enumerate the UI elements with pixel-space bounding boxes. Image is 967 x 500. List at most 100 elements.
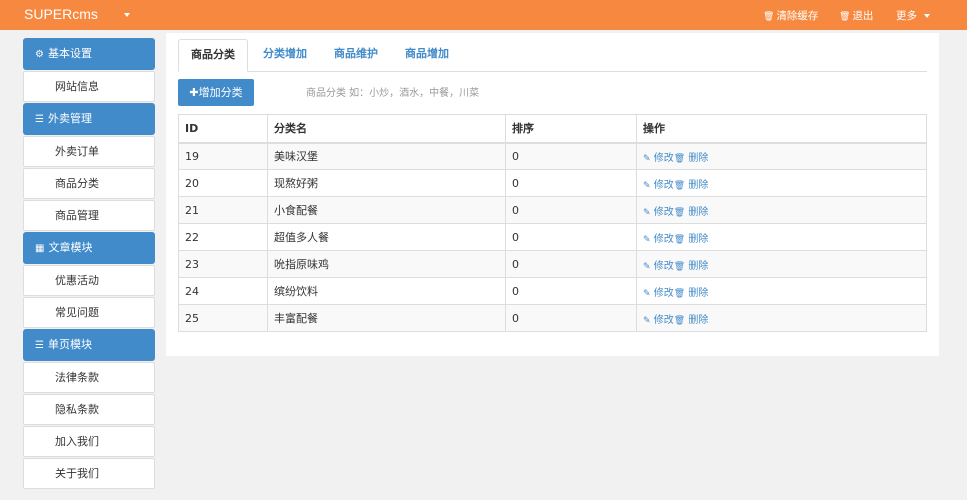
edit-label: 修改	[653, 179, 674, 191]
category-table: ID 分类名 排序 操作 19 美味汉堡 0 ✎ 修改🗑 删除 20 现熬好粥 …	[178, 114, 927, 332]
sidebar-section-title: 单页模块	[47, 338, 92, 351]
sidebar-item-about-us[interactable]: 关于我们	[23, 458, 155, 489]
sidebar-item-categories[interactable]: 商品分类	[23, 168, 155, 199]
edit-link[interactable]: ✎ 修改	[643, 153, 674, 164]
delete-label: 删除	[688, 287, 709, 299]
delete-link[interactable]: 🗑 删除	[674, 261, 709, 272]
clear-cache-label: 清除缓存	[776, 10, 819, 22]
delete-label: 删除	[688, 206, 709, 218]
tab-category-list[interactable]: 商品分类	[178, 39, 248, 72]
category-hint: 商品分类 如：小炒，酒水，中餐，川菜	[306, 88, 480, 99]
cell-sort: 0	[505, 250, 637, 278]
column-header-sort: 排序	[505, 114, 637, 144]
cell-actions: ✎ 修改🗑 删除	[636, 250, 927, 278]
trash-icon: 🗑	[673, 153, 686, 164]
delete-link[interactable]: 🗑 删除	[674, 288, 709, 299]
cell-name: 超值多人餐	[267, 223, 506, 251]
sidebar-item-products[interactable]: 商品管理	[23, 200, 155, 231]
cell-id: 21	[178, 196, 268, 224]
sidebar-section-title: 文章模块	[48, 241, 93, 254]
chevron-down-icon[interactable]	[124, 13, 130, 17]
delete-label: 删除	[688, 314, 709, 326]
more-label: 更多	[896, 10, 917, 22]
trash-icon: 🗑	[673, 207, 686, 218]
trash-icon: 🗑	[673, 261, 686, 272]
add-category-button[interactable]: ✚增加分类	[178, 79, 254, 106]
cell-actions: ✎ 修改🗑 删除	[636, 277, 927, 305]
edit-link[interactable]: ✎ 修改	[643, 315, 674, 326]
sidebar-item-legal[interactable]: 法律条款	[23, 362, 155, 393]
cell-id: 22	[178, 223, 268, 251]
delete-link[interactable]: 🗑 删除	[674, 234, 709, 245]
sidebar-section-basic-settings[interactable]: ⚙ 基本设置	[23, 38, 155, 70]
table-row: 20 现熬好粥 0 ✎ 修改🗑 删除	[178, 169, 927, 197]
cell-name: 缤纷饮料	[267, 277, 506, 305]
tab-add-category[interactable]: 分类增加	[250, 39, 320, 71]
table-row: 25 丰富配餐 0 ✎ 修改🗑 删除	[178, 304, 927, 332]
cell-id: 20	[178, 169, 268, 197]
delete-link[interactable]: 🗑 删除	[674, 180, 709, 191]
sidebar: ⚙ 基本设置 网站信息 ☰ 外卖管理 外卖订单 商品分类 商品管理 ▦ 文章模块 优惠…	[23, 38, 155, 489]
cell-id: 25	[178, 304, 268, 332]
sidebar-item-promotions[interactable]: 优惠活动	[23, 265, 155, 296]
gear-icon: ⚙	[35, 49, 44, 60]
edit-label: 修改	[653, 206, 674, 218]
clear-cache-link[interactable]: 🗑 清除缓存	[763, 8, 818, 23]
logout-label: 退出	[852, 10, 874, 22]
delete-link[interactable]: 🗑 删除	[674, 153, 709, 164]
cell-sort: 0	[505, 277, 637, 305]
logout-link[interactable]: 🗑 退出	[839, 8, 873, 23]
cell-sort: 0	[505, 169, 637, 197]
cell-actions: ✎ 修改🗑 删除	[636, 142, 927, 170]
calendar-icon: ▦	[35, 243, 45, 254]
cell-sort: 0	[505, 196, 637, 224]
edit-icon: ✎	[643, 153, 651, 164]
cell-name: 吮指原味鸡	[267, 250, 506, 278]
cell-id: 24	[178, 277, 268, 305]
sidebar-item-join-us[interactable]: 加入我们	[23, 426, 155, 457]
edit-label: 修改	[653, 260, 674, 272]
trash-icon: 🗑	[673, 315, 686, 326]
trash-icon: 🗑	[763, 12, 775, 22]
edit-link[interactable]: ✎ 修改	[643, 180, 674, 191]
sidebar-item-orders[interactable]: 外卖订单	[23, 136, 155, 167]
edit-icon: ✎	[643, 207, 651, 218]
edit-link[interactable]: ✎ 修改	[643, 261, 674, 272]
more-dropdown[interactable]: 更多	[896, 8, 931, 23]
edit-link[interactable]: ✎ 修改	[643, 207, 674, 218]
table-row: 23 吮指原味鸡 0 ✎ 修改🗑 删除	[178, 250, 927, 278]
trash-icon: 🗑	[839, 12, 851, 22]
edit-link[interactable]: ✎ 修改	[643, 288, 674, 299]
tab-bar: 商品分类 分类增加 商品维护 商品增加	[178, 39, 927, 72]
cell-name: 现熬好粥	[267, 169, 506, 197]
sidebar-item-faq[interactable]: 常见问题	[23, 297, 155, 328]
delete-label: 删除	[688, 179, 709, 191]
cell-name: 小食配餐	[267, 196, 506, 224]
tab-product-maintenance[interactable]: 商品维护	[321, 39, 391, 71]
cell-sort: 0	[505, 142, 637, 170]
sidebar-section-takeout[interactable]: ☰ 外卖管理	[23, 103, 155, 135]
edit-icon: ✎	[643, 261, 651, 272]
sidebar-item-privacy[interactable]: 隐私条款	[23, 394, 155, 425]
brand-name[interactable]: SUPERcms	[24, 6, 98, 22]
tab-add-product[interactable]: 商品增加	[392, 39, 462, 71]
delete-label: 删除	[688, 233, 709, 245]
cell-actions: ✎ 修改🗑 删除	[636, 304, 927, 332]
delete-label: 删除	[688, 260, 709, 272]
edit-icon: ✎	[643, 234, 651, 245]
edit-icon: ✎	[643, 288, 651, 299]
delete-link[interactable]: 🗑 删除	[674, 207, 709, 218]
sidebar-section-articles[interactable]: ▦ 文章模块	[23, 232, 155, 264]
delete-link[interactable]: 🗑 删除	[674, 315, 709, 326]
sidebar-section-title: 外卖管理	[47, 112, 92, 125]
sidebar-item-site-info[interactable]: 网站信息	[23, 71, 155, 102]
edit-label: 修改	[653, 233, 674, 245]
plus-icon: ✚	[189, 86, 199, 99]
cell-sort: 0	[505, 223, 637, 251]
list-icon: ☰	[35, 340, 44, 351]
trash-icon: 🗑	[673, 180, 686, 191]
table-row: 19 美味汉堡 0 ✎ 修改🗑 删除	[178, 142, 927, 170]
edit-link[interactable]: ✎ 修改	[643, 234, 674, 245]
main-panel: 商品分类 分类增加 商品维护 商品增加 ✚增加分类 商品分类 如：小炒，酒水，中…	[166, 33, 939, 356]
sidebar-section-pages[interactable]: ☰ 单页模块	[23, 329, 155, 361]
